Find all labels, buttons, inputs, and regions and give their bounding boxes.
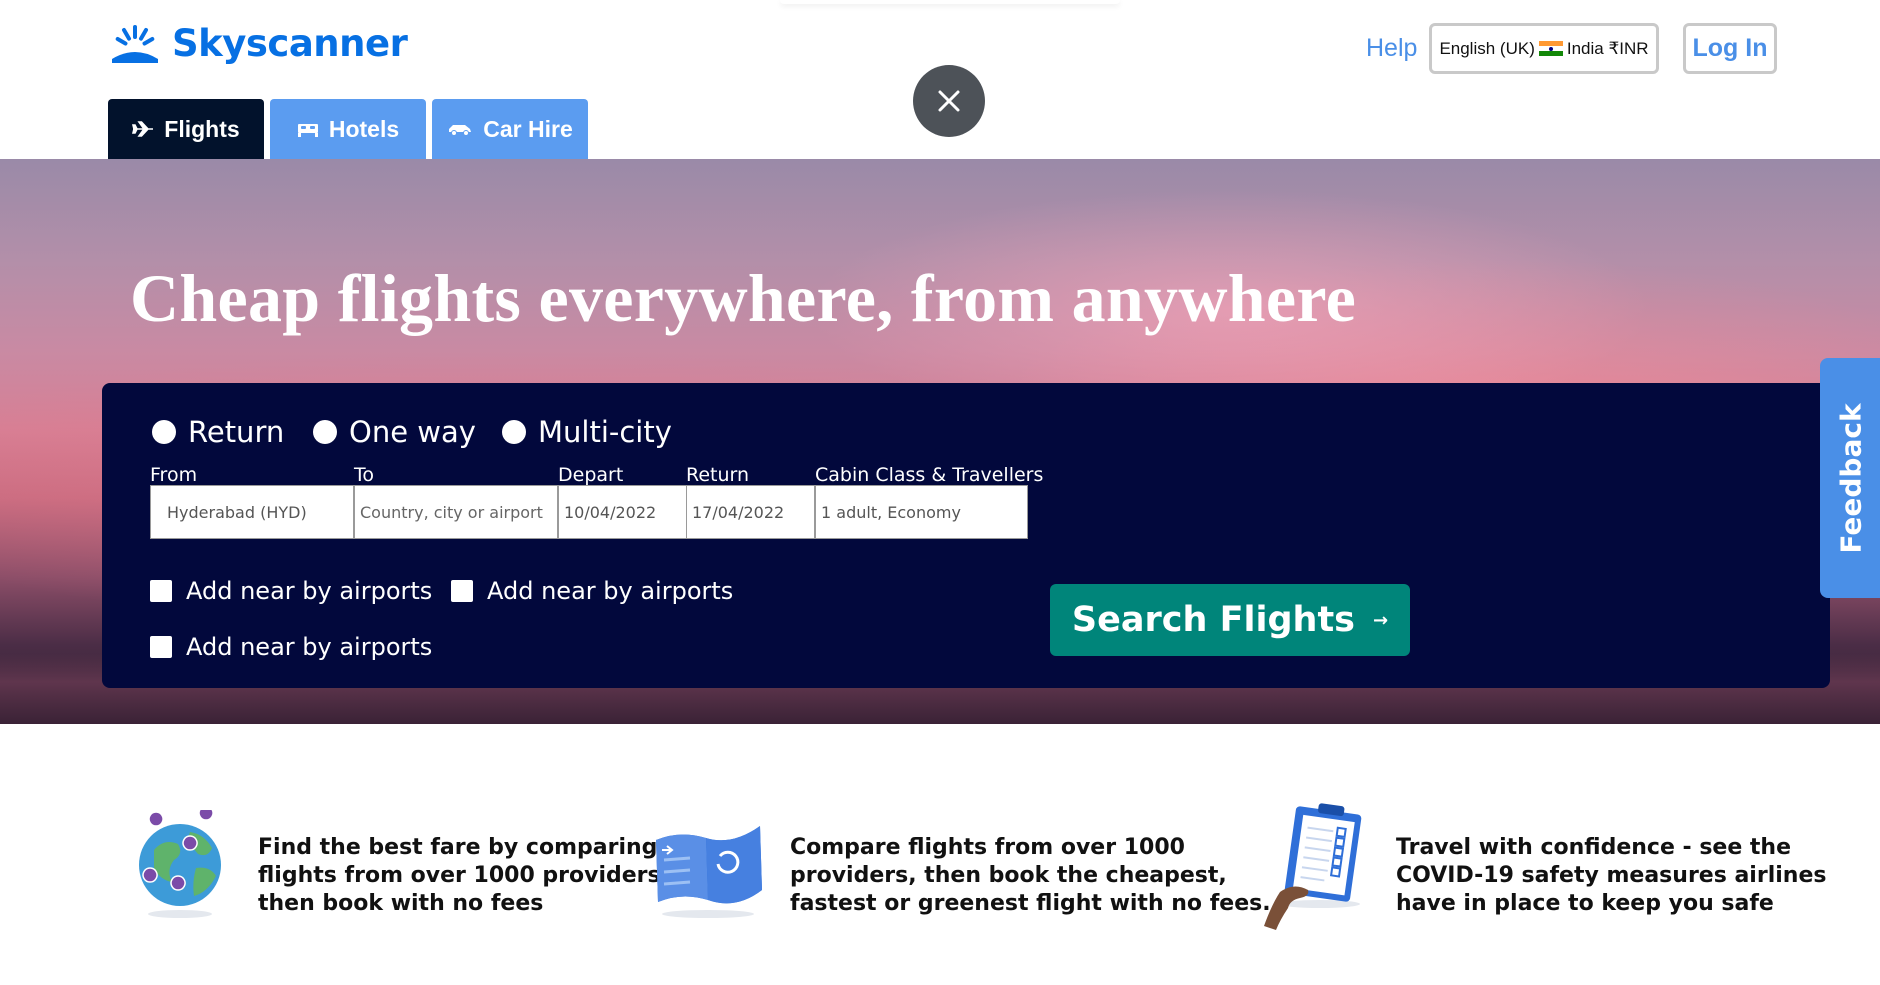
trip-type-multi-city[interactable]: Multi-city — [502, 415, 672, 449]
skyscanner-logo[interactable]: Skyscanner — [108, 22, 408, 65]
sunrise-logo-icon — [112, 24, 158, 63]
checkbox-label: Add near by airports — [487, 577, 734, 605]
tab-label: Hotels — [328, 115, 400, 142]
return-date-field[interactable]: 17/04/2022 — [686, 485, 815, 539]
tab-label: Flights — [164, 115, 240, 142]
trip-type-label: Return — [188, 415, 285, 449]
bed-icon — [297, 124, 318, 137]
region-label: India ₹INR — [1566, 38, 1649, 58]
from-field[interactable]: Hyderabad (HYD) — [150, 485, 354, 539]
feedback-label: Feedback — [1834, 402, 1868, 554]
feature-line: Compare flights from over 1000 — [790, 835, 1185, 860]
feature-line: have in place to keep you safe — [1396, 891, 1774, 916]
feature-text: Find the best fare by comparing flights … — [258, 834, 669, 918]
from-label: From — [150, 464, 198, 486]
feature-line: providers, then book the cheapest, — [790, 863, 1227, 888]
radio-multi-city[interactable] — [502, 420, 526, 444]
brand-name: Skyscanner — [172, 22, 408, 65]
search-flights-button[interactable]: Search Flights → — [1050, 584, 1410, 656]
feedback-tab[interactable]: Feedback — [1820, 358, 1880, 598]
feature-line: Travel with confidence - see the — [1396, 835, 1792, 860]
flight-search-panel: Return One way Multi-city From To Depart… — [102, 383, 1830, 688]
tab-hotels[interactable]: Hotels — [270, 99, 426, 159]
checkbox-label: Add near by airports — [186, 577, 433, 605]
tab-label: Car Hire — [483, 115, 573, 142]
search-button-label: Search Flights — [1071, 600, 1356, 640]
clipboard-checklist-icon — [1264, 803, 1362, 930]
checkbox-label: Add near by airports — [186, 633, 433, 661]
radio-one-way[interactable] — [313, 420, 337, 444]
feature-text: Compare flights from over 1000 providers… — [790, 834, 1271, 918]
trip-type-label: One way — [349, 415, 476, 449]
nearby-airports-extra-checkbox[interactable] — [150, 636, 172, 658]
nearby-airports-from-checkbox[interactable] — [150, 580, 172, 602]
feature-line: fastest or greenest flight with no fees. — [790, 891, 1271, 916]
depart-date-field[interactable]: 10/04/2022 — [558, 485, 687, 539]
globe-pins-icon — [139, 810, 221, 918]
nearby-airports-to-option[interactable]: Add near by airports — [451, 577, 733, 605]
close-icon — [938, 90, 960, 112]
feature-line: Find the best fare by comparing — [258, 835, 658, 860]
feature-compare-providers: Compare flights from over 1000 providers… — [650, 810, 1271, 920]
trip-type-one-way[interactable]: One way — [313, 415, 476, 449]
to-field[interactable]: Country, city or airport — [354, 485, 558, 539]
trip-type-label: Multi-city — [538, 415, 672, 449]
close-button[interactable] — [913, 65, 985, 137]
cabin-label: Cabin Class & Travellers — [815, 464, 1044, 486]
top-shadow — [780, 0, 1120, 4]
feature-compare-fares: Find the best fare by comparing flights … — [138, 810, 669, 920]
nearby-airports-to-checkbox[interactable] — [451, 580, 473, 602]
help-link[interactable]: Help — [1366, 34, 1417, 63]
arrow-right-icon: → — [1373, 609, 1389, 631]
to-label: To — [354, 464, 375, 486]
feature-line: COVID-19 safety measures airlines — [1396, 863, 1827, 888]
feature-text: Travel with confidence - see the COVID-1… — [1396, 834, 1826, 918]
tab-flights[interactable]: Flights — [108, 99, 264, 159]
radio-return[interactable] — [152, 420, 176, 444]
nearby-airports-extra-option[interactable]: Add near by airports — [150, 633, 432, 661]
india-flag-icon — [1538, 40, 1563, 57]
feature-line: flights from over 1000 providers, — [258, 863, 669, 888]
return-label: Return — [686, 464, 750, 486]
feature-covid-safety: Travel with confidence - see the COVID-1… — [1250, 803, 1826, 936]
feature-line: then book with no fees — [258, 891, 544, 916]
plane-icon — [132, 121, 154, 137]
locale-button[interactable]: English (UK) India ₹INR — [1429, 23, 1659, 74]
login-button[interactable]: Log In — [1683, 23, 1777, 74]
nearby-airports-from-option[interactable]: Add near by airports — [150, 577, 432, 605]
depart-label: Depart — [558, 464, 624, 486]
trip-type-return[interactable]: Return — [152, 415, 284, 449]
map-plane-icon — [656, 826, 762, 918]
tab-car-hire[interactable]: Car Hire — [432, 99, 588, 159]
language-label: English (UK) — [1439, 38, 1535, 58]
car-icon — [449, 125, 472, 136]
cabin-travellers-field[interactable]: 1 adult, Economy — [815, 485, 1028, 539]
hero-title: Cheap flights everywhere, from anywhere — [130, 260, 1357, 336]
